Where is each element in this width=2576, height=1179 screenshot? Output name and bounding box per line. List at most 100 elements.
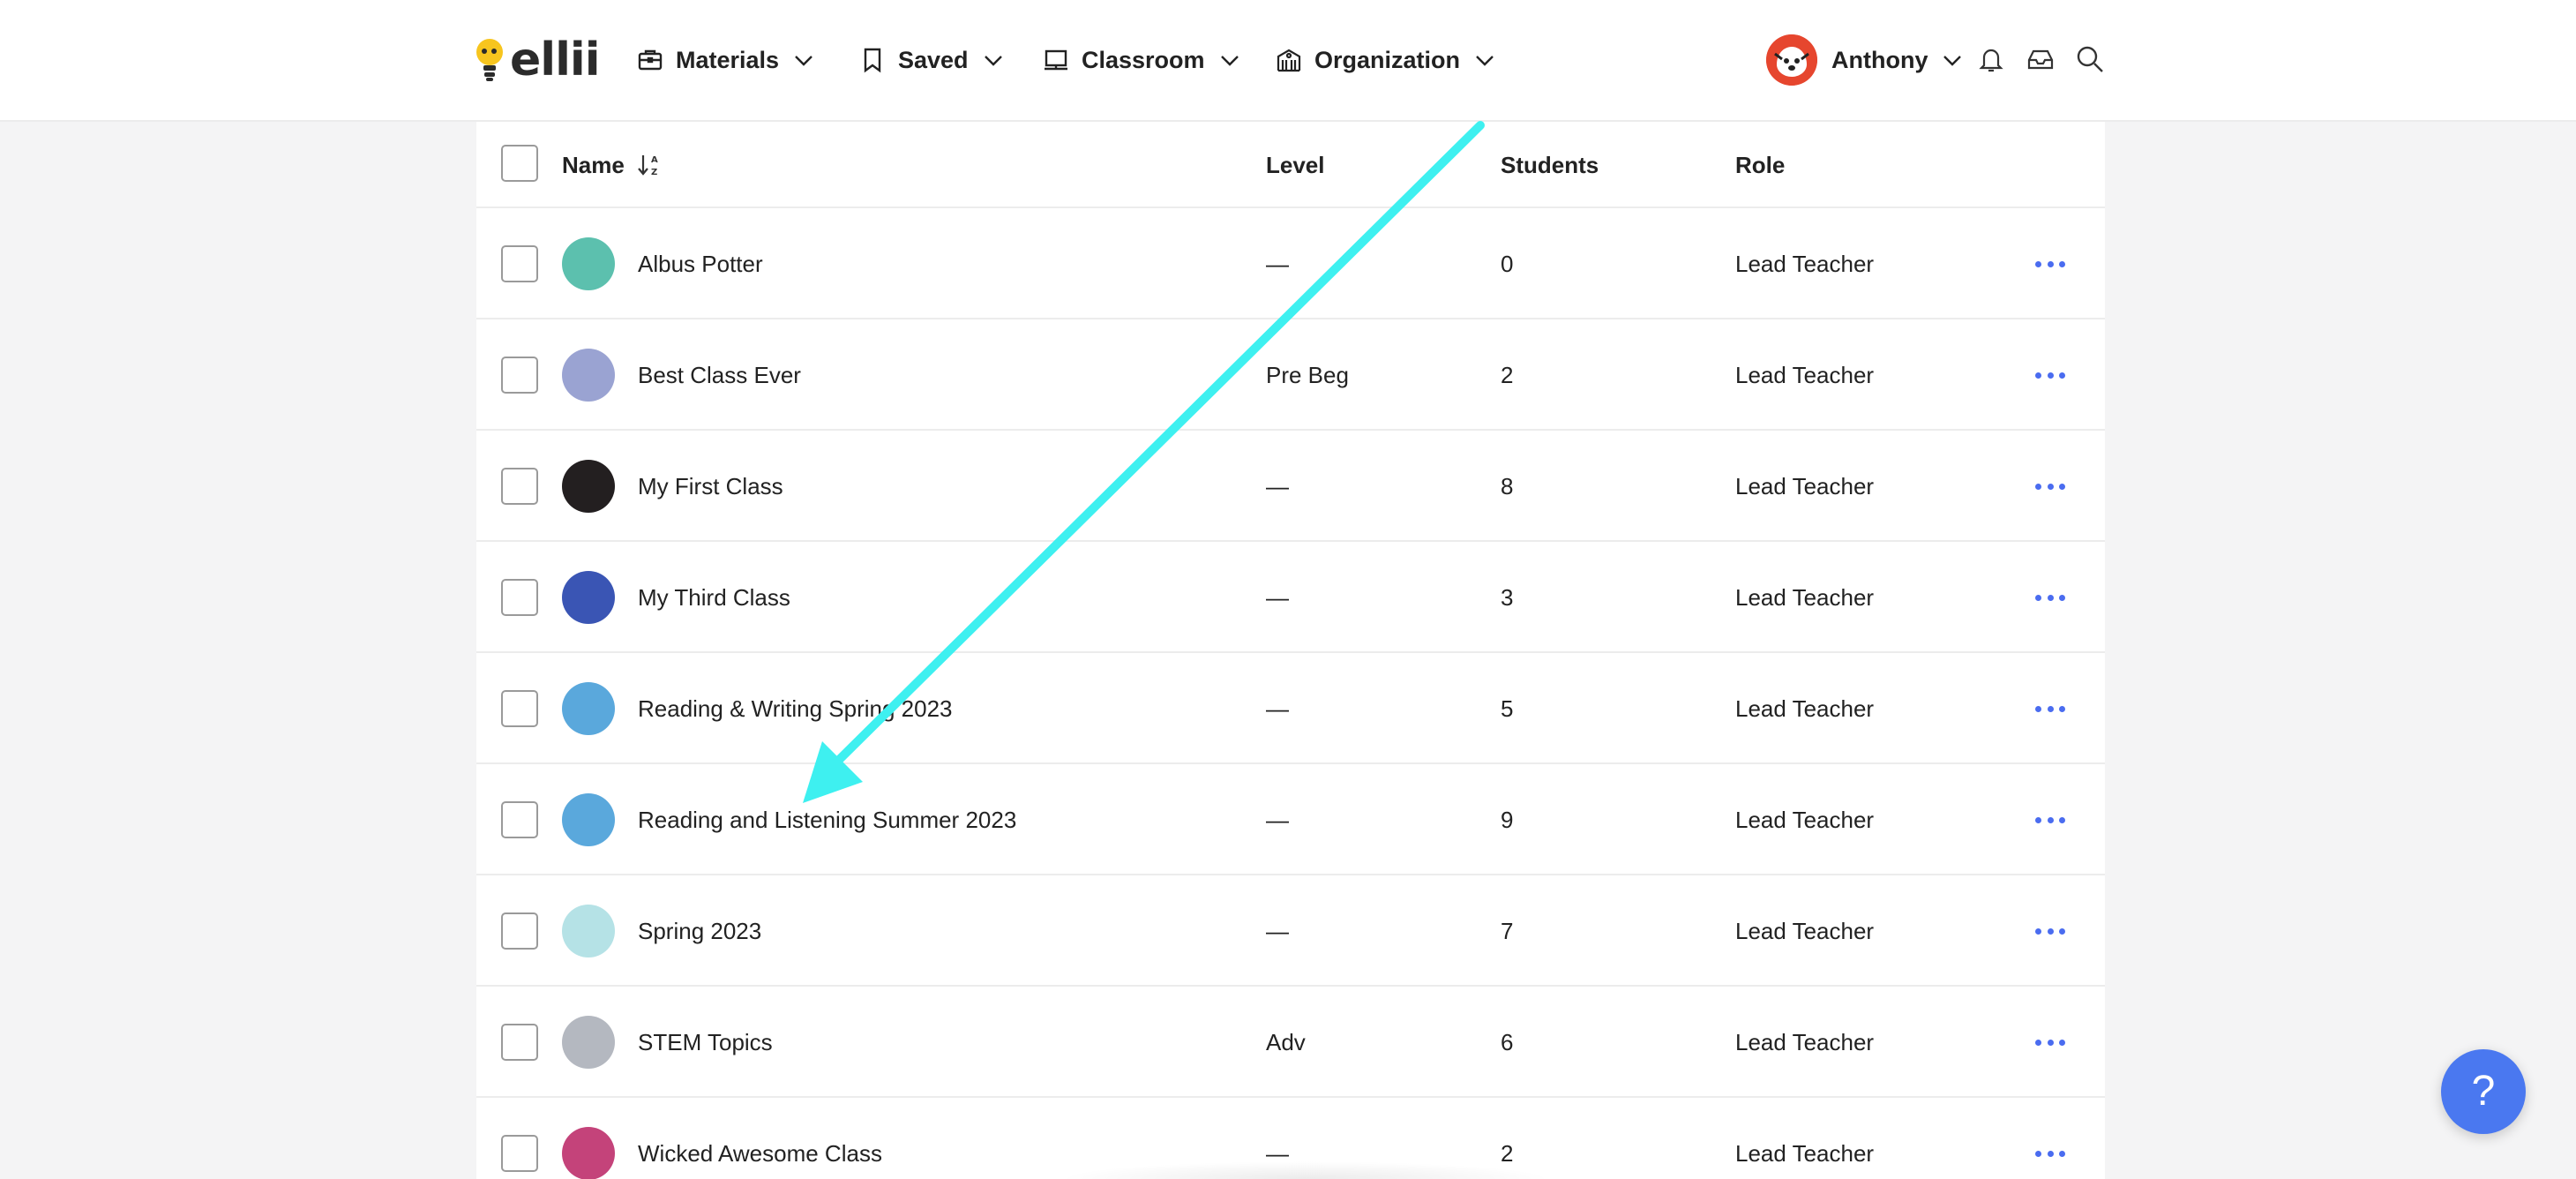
briefcase-icon bbox=[638, 49, 663, 71]
table-row[interactable]: Reading and Listening Summer 2023 — 9 Le… bbox=[476, 764, 2105, 875]
row-checkbox[interactable] bbox=[501, 357, 538, 394]
class-role: Lead Teacher bbox=[1735, 473, 1875, 499]
class-color-avatar bbox=[562, 682, 615, 735]
table-row[interactable]: STEM Topics Adv 6 Lead Teacher bbox=[476, 987, 2105, 1098]
class-role: Lead Teacher bbox=[1735, 807, 1875, 833]
more-options-icon[interactable] bbox=[2035, 1143, 2065, 1164]
more-options-icon[interactable] bbox=[2035, 253, 2065, 274]
avatar bbox=[1766, 34, 1817, 86]
class-name[interactable]: My Third Class bbox=[638, 542, 790, 653]
bookmark-icon bbox=[864, 48, 881, 73]
more-options-icon[interactable] bbox=[2035, 587, 2065, 608]
class-name[interactable]: Best Class Ever bbox=[638, 319, 801, 431]
class-students: 6 bbox=[1501, 1029, 1514, 1055]
class-name[interactable]: Albus Potter bbox=[638, 208, 763, 319]
column-header-role[interactable]: Role bbox=[1735, 122, 1785, 208]
user-menu[interactable]: Anthony bbox=[1766, 34, 1963, 86]
class-students: 9 bbox=[1501, 807, 1514, 833]
class-students: 3 bbox=[1501, 584, 1514, 611]
class-color-avatar bbox=[562, 1016, 615, 1069]
class-name[interactable]: Reading & Writing Spring 2023 bbox=[638, 653, 953, 764]
row-checkbox[interactable] bbox=[501, 801, 538, 838]
column-header-students[interactable]: Students bbox=[1501, 122, 1599, 208]
ellii-logo[interactable]: ellii bbox=[475, 34, 601, 86]
row-checkbox[interactable] bbox=[501, 690, 538, 727]
class-role: Lead Teacher bbox=[1735, 362, 1875, 388]
chevron-down-icon bbox=[1476, 56, 1494, 66]
class-level: Adv bbox=[1266, 1029, 1306, 1055]
class-role: Lead Teacher bbox=[1735, 695, 1875, 722]
class-level: — bbox=[1266, 584, 1289, 611]
lightbulb-icon bbox=[476, 39, 503, 81]
board-icon bbox=[1045, 49, 1067, 71]
table-row[interactable]: Reading & Writing Spring 2023 — 5 Lead T… bbox=[476, 653, 2105, 764]
table-row[interactable]: My Third Class — 3 Lead Teacher bbox=[476, 542, 2105, 653]
nav-materials-label: Materials bbox=[676, 46, 780, 73]
chevron-down-icon bbox=[795, 56, 812, 66]
row-checkbox[interactable] bbox=[501, 912, 538, 950]
row-checkbox[interactable] bbox=[501, 1024, 538, 1061]
svg-text:A: A bbox=[651, 155, 658, 165]
class-name[interactable]: Reading and Listening Summer 2023 bbox=[638, 764, 1016, 875]
inbox-icon[interactable] bbox=[2026, 44, 2056, 74]
class-role: Lead Teacher bbox=[1735, 1140, 1875, 1167]
building-icon bbox=[1277, 49, 1301, 72]
row-checkbox[interactable] bbox=[501, 245, 538, 282]
nav-classroom[interactable]: Classroom bbox=[1043, 35, 1240, 85]
nav-organization[interactable]: Organization bbox=[1276, 35, 1495, 85]
class-students: 2 bbox=[1501, 1140, 1514, 1167]
more-options-icon[interactable] bbox=[2035, 809, 2065, 830]
user-avatar-icon bbox=[1766, 34, 1817, 86]
nav-saved[interactable]: Saved bbox=[859, 35, 1004, 85]
top-navigation-bar: ellii Materials Saved Classroom Organiza… bbox=[0, 0, 2576, 122]
class-level: Pre Beg bbox=[1266, 362, 1349, 388]
row-checkbox[interactable] bbox=[501, 579, 538, 616]
column-header-level[interactable]: Level bbox=[1266, 122, 1325, 208]
class-level: — bbox=[1266, 695, 1289, 722]
table-header: Name A Z Level Students Role bbox=[476, 122, 2105, 208]
class-color-avatar bbox=[562, 571, 615, 624]
class-level: — bbox=[1266, 1140, 1289, 1167]
table-row[interactable]: Wicked Awesome Class — 2 Lead Teacher bbox=[476, 1098, 2105, 1179]
class-name[interactable]: Wicked Awesome Class bbox=[638, 1098, 882, 1179]
more-options-icon[interactable] bbox=[2035, 476, 2065, 497]
nav-organization-label: Organization bbox=[1314, 46, 1461, 73]
class-name[interactable]: Spring 2023 bbox=[638, 875, 761, 987]
search-icon[interactable] bbox=[2075, 44, 2105, 74]
class-level: — bbox=[1266, 918, 1289, 944]
more-options-icon[interactable] bbox=[2035, 698, 2065, 719]
table-row[interactable]: My First Class — 8 Lead Teacher bbox=[476, 431, 2105, 542]
more-options-icon[interactable] bbox=[2035, 1032, 2065, 1053]
row-checkbox[interactable] bbox=[501, 468, 538, 505]
more-options-icon[interactable] bbox=[2035, 920, 2065, 942]
bell-icon[interactable] bbox=[1976, 44, 2006, 74]
more-options-icon[interactable] bbox=[2035, 364, 2065, 386]
class-students: 0 bbox=[1501, 251, 1514, 277]
sort-alpha-icon[interactable]: A Z bbox=[637, 152, 662, 178]
class-role: Lead Teacher bbox=[1735, 1029, 1875, 1055]
class-name[interactable]: STEM Topics bbox=[638, 987, 773, 1098]
class-role: Lead Teacher bbox=[1735, 918, 1875, 944]
select-all-checkbox[interactable] bbox=[501, 145, 538, 182]
logo-text: ellii bbox=[510, 34, 601, 86]
class-name[interactable]: My First Class bbox=[638, 431, 783, 542]
class-color-avatar bbox=[562, 1127, 615, 1179]
class-color-avatar bbox=[562, 793, 615, 846]
class-level: — bbox=[1266, 473, 1289, 499]
table-row[interactable]: Best Class Ever Pre Beg 2 Lead Teacher bbox=[476, 319, 2105, 431]
class-level: — bbox=[1266, 807, 1289, 833]
classes-table: Name A Z Level Students Role Albus Potte… bbox=[476, 122, 2105, 1179]
chevron-down-icon bbox=[1220, 56, 1239, 66]
table-row[interactable]: Albus Potter — 0 Lead Teacher bbox=[476, 208, 2105, 319]
nav-materials[interactable]: Materials bbox=[637, 35, 814, 85]
help-button[interactable]: ? bbox=[2441, 1049, 2526, 1134]
user-name: Anthony bbox=[1831, 46, 1928, 73]
chevron-down-icon bbox=[984, 56, 1002, 66]
row-checkbox[interactable] bbox=[501, 1135, 538, 1172]
class-students: 2 bbox=[1501, 362, 1514, 388]
table-row[interactable]: Spring 2023 — 7 Lead Teacher bbox=[476, 875, 2105, 987]
class-color-avatar bbox=[562, 905, 615, 957]
nav-classroom-label: Classroom bbox=[1082, 46, 1205, 73]
class-role: Lead Teacher bbox=[1735, 251, 1875, 277]
column-header-name[interactable]: Name A Z bbox=[562, 122, 662, 208]
